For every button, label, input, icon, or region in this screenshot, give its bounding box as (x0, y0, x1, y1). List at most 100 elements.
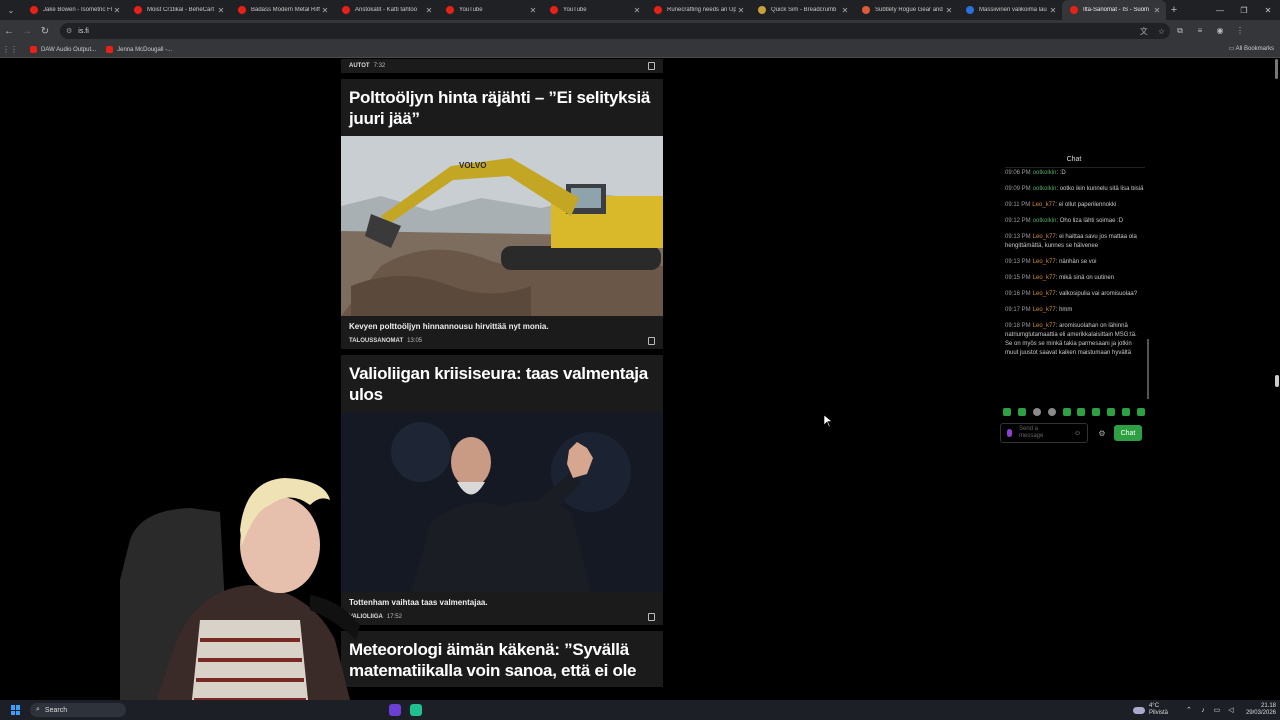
message-user[interactable]: Leo_k77 (1033, 307, 1056, 313)
tab-close-icon[interactable]: ✕ (528, 6, 538, 15)
article-source[interactable]: AUTOT 7:32 (349, 63, 385, 69)
article-source[interactable]: TALOUSSANOMAT 13:05 (349, 338, 422, 344)
message-user[interactable]: Leo_k77 (1033, 323, 1056, 329)
tab-close-icon[interactable]: ✕ (632, 6, 642, 15)
browser-tab[interactable]: Badass Modern Metal Riff ✕ (230, 0, 334, 20)
excavator-image[interactable]: VOLVO (341, 136, 663, 316)
profile-icon[interactable]: ◉ (1210, 26, 1230, 36)
chat-send-button[interactable]: Chat (1114, 425, 1142, 441)
browser-tab[interactable]: Moist Cr1tikal - BeheCart ✕ (126, 0, 230, 20)
emote-icon[interactable] (1136, 408, 1145, 416)
browser-tab[interactable]: YouTube ✕ (542, 0, 646, 20)
browser-tab[interactable]: Quick Sim - Breadcrumb ✕ (750, 0, 854, 20)
bookmark-icon[interactable] (648, 62, 655, 70)
article-headline[interactable]: Meteorologi äimän käkenä: ”Syvällä matem… (341, 631, 663, 687)
weather-desc: Pilvistä (1148, 710, 1168, 716)
translate-icon[interactable]: 文 (1140, 26, 1148, 37)
tab-title: Subtlety Rogue Gear and (875, 7, 943, 13)
coach-image[interactable] (341, 412, 663, 592)
page-scrollbar-thumb[interactable] (1275, 375, 1279, 387)
emote-icon[interactable] (1077, 408, 1086, 416)
chat-scrollbar[interactable] (1147, 339, 1149, 399)
network-icon[interactable]: ▭ (1210, 706, 1224, 714)
tab-close-icon[interactable]: ✕ (944, 6, 954, 15)
browser-tab[interactable]: Runecrafting needs an Up ✕ (646, 0, 750, 20)
media-icon[interactable]: ≡ (1190, 26, 1210, 36)
star-icon[interactable]: ☆ (1158, 27, 1165, 36)
article-headline[interactable]: Valioliigan kriisiseura: taas valmentaja… (341, 355, 663, 412)
close-window-icon[interactable]: ✕ (1256, 0, 1280, 20)
message-user[interactable]: ootkolkin (1033, 186, 1057, 192)
emote-icon[interactable] (1062, 408, 1071, 416)
article-card[interactable]: Valioliigan kriisiseura: taas valmentaja… (341, 355, 663, 625)
bookmark-icon[interactable] (648, 337, 655, 345)
bookmark-item[interactable]: Jenna McDougall -... (106, 46, 172, 53)
emote-icon[interactable] (1003, 408, 1011, 416)
reload-icon[interactable]: ↻ (36, 20, 54, 42)
tab-close-icon[interactable]: ✕ (112, 6, 122, 15)
volume-icon[interactable]: ◁ (1224, 706, 1238, 714)
address-bar[interactable]: ⚙ is.fi 文 ☆ (60, 23, 1170, 39)
emoji-icon[interactable]: ☺ (1074, 430, 1081, 437)
tab-close-icon[interactable]: ✕ (216, 6, 226, 15)
new-tab-button[interactable]: + (1166, 4, 1182, 16)
mic-icon[interactable] (1007, 429, 1012, 437)
browser-tab[interactable]: YouTube ✕ (438, 0, 542, 20)
menu-icon[interactable]: ⋮ (1230, 26, 1250, 36)
message-user[interactable]: Leo_k77 (1033, 259, 1056, 265)
emote-icon[interactable] (1107, 408, 1116, 416)
emote-icon[interactable] (1017, 408, 1026, 416)
message-user[interactable]: Leo_k77 (1033, 275, 1056, 281)
browser-tab[interactable]: Aristokatit - Katti tahtoo ✕ (334, 0, 438, 20)
tab-close-icon[interactable]: ✕ (736, 6, 746, 15)
message-user[interactable]: Leo_k77 (1033, 234, 1056, 240)
chat-message-input[interactable]: Send a message ☺ (1000, 423, 1088, 443)
tab-favicon-icon (238, 6, 246, 14)
browser-tab[interactable]: Subtlety Rogue Gear and ✕ (854, 0, 958, 20)
tab-search-chevron-icon[interactable]: ⌄ (0, 0, 22, 20)
browser-toolbar: ← → ↻ ⚙ is.fi 文 ☆ ⧉ ≡ ◉ ⋮ (0, 20, 1280, 42)
browser-tab[interactable]: Jake Bowen - Isometric Fl ✕ (22, 0, 126, 20)
forward-icon[interactable]: → (18, 20, 36, 42)
chat-message-list[interactable]: 09:06 PM ootkolkin: :D 09:09 PM ootkolkin: … (1005, 167, 1145, 399)
taskbar-app-icon[interactable] (410, 704, 422, 716)
tab-close-icon[interactable]: ✕ (1048, 6, 1058, 15)
article-card[interactable]: Polttoöljyn hinta räjähti – ”Ei selityks… (341, 79, 663, 349)
taskbar-search[interactable]: ⌕ Search (30, 703, 126, 717)
apps-grid-icon[interactable]: ⋮⋮ (0, 45, 20, 54)
emote-icon[interactable] (1032, 408, 1041, 416)
site-info-icon[interactable]: ⚙ (66, 27, 72, 35)
message-user[interactable]: Leo_k77 (1032, 202, 1055, 208)
maximize-icon[interactable]: ❐ (1232, 0, 1256, 20)
page-scrollbar-top[interactable] (1275, 59, 1278, 79)
message-user[interactable]: ootkolkin (1033, 218, 1057, 224)
folder-icon: ▭ (1228, 46, 1236, 52)
bookmark-icon[interactable] (648, 613, 655, 621)
bookmark-item[interactable]: DAW Audio Output... (30, 46, 96, 53)
start-windows-icon[interactable] (11, 705, 21, 715)
tab-close-icon[interactable]: ✕ (1152, 6, 1162, 15)
taskbar-app-icon[interactable] (389, 704, 401, 716)
tab-favicon-icon (134, 6, 142, 14)
article-headline[interactable]: Polttoöljyn hinta räjähti – ”Ei selityks… (341, 79, 663, 136)
message-user[interactable]: ootkolkin (1033, 170, 1057, 176)
browser-tab[interactable]: Ilta-Sanomat - IS - Suom ✕ (1062, 0, 1166, 20)
emote-icon[interactable] (1122, 408, 1130, 416)
extensions-icon[interactable]: ⧉ (1170, 26, 1190, 36)
back-icon[interactable]: ← (0, 20, 18, 42)
chevron-up-icon[interactable]: ⌃ (1182, 706, 1196, 714)
weather-widget[interactable]: 4°C Pilvistä (1132, 703, 1168, 717)
message-user[interactable]: Leo_k77 (1033, 291, 1056, 297)
microphone-icon[interactable]: ♪ (1196, 707, 1210, 714)
tab-close-icon[interactable]: ✕ (840, 6, 850, 15)
all-bookmarks-button[interactable]: ▭ All Bookmarks (1229, 45, 1274, 52)
taskbar-clock[interactable]: 21.18 29/03/2026 (1246, 703, 1276, 717)
emote-icon[interactable] (1047, 408, 1056, 416)
article-card[interactable]: Meteorologi äimän käkenä: ”Syvällä matem… (341, 631, 663, 687)
tab-close-icon[interactable]: ✕ (320, 6, 330, 15)
emote-icon[interactable] (1092, 408, 1101, 416)
tab-close-icon[interactable]: ✕ (424, 6, 434, 15)
minimize-icon[interactable]: — (1208, 0, 1232, 20)
browser-tab[interactable]: Massiivinen valikoima lau ✕ (958, 0, 1062, 20)
settings-gear-icon[interactable]: ⚙ (1096, 429, 1108, 438)
